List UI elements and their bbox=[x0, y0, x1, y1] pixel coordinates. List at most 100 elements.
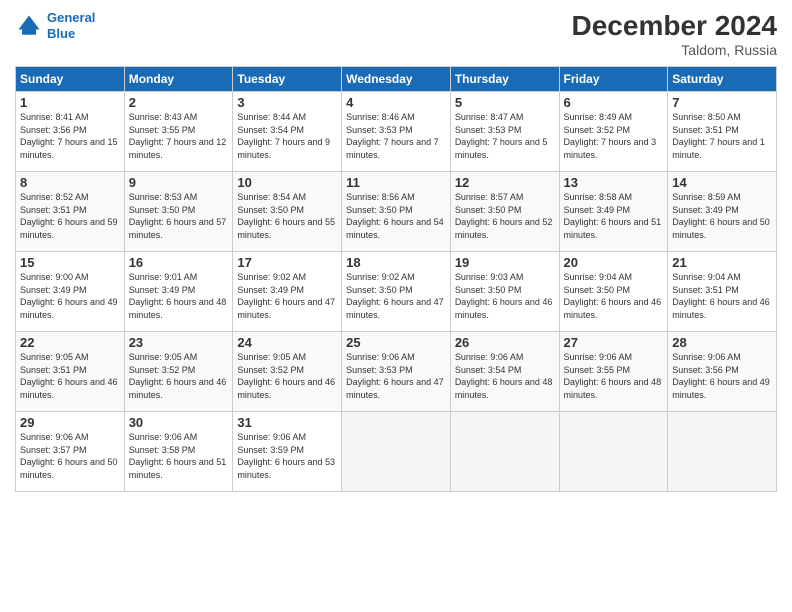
title-block: December 2024 Taldom, Russia bbox=[572, 10, 777, 58]
calendar-cell: 20Sunrise: 9:04 AMSunset: 3:50 PMDayligh… bbox=[559, 252, 668, 332]
calendar-cell: 21Sunrise: 9:04 AMSunset: 3:51 PMDayligh… bbox=[668, 252, 777, 332]
calendar-cell: 26Sunrise: 9:06 AMSunset: 3:54 PMDayligh… bbox=[450, 332, 559, 412]
day-info: Sunrise: 9:01 AMSunset: 3:49 PMDaylight:… bbox=[129, 271, 229, 321]
header-day-thursday: Thursday bbox=[450, 67, 559, 92]
logo-line1: General bbox=[47, 10, 95, 25]
calendar-cell: 14Sunrise: 8:59 AMSunset: 3:49 PMDayligh… bbox=[668, 172, 777, 252]
day-info: Sunrise: 9:04 AMSunset: 3:51 PMDaylight:… bbox=[672, 271, 772, 321]
calendar-week-4: 22Sunrise: 9:05 AMSunset: 3:51 PMDayligh… bbox=[16, 332, 777, 412]
header: General Blue December 2024 Taldom, Russi… bbox=[15, 10, 777, 58]
header-day-monday: Monday bbox=[124, 67, 233, 92]
calendar-cell: 12Sunrise: 8:57 AMSunset: 3:50 PMDayligh… bbox=[450, 172, 559, 252]
day-number: 27 bbox=[564, 335, 664, 350]
month-title: December 2024 bbox=[572, 10, 777, 42]
day-info: Sunrise: 8:59 AMSunset: 3:49 PMDaylight:… bbox=[672, 191, 772, 241]
calendar-table: SundayMondayTuesdayWednesdayThursdayFrid… bbox=[15, 66, 777, 492]
day-number: 5 bbox=[455, 95, 555, 110]
calendar-week-3: 15Sunrise: 9:00 AMSunset: 3:49 PMDayligh… bbox=[16, 252, 777, 332]
day-info: Sunrise: 9:05 AMSunset: 3:51 PMDaylight:… bbox=[20, 351, 120, 401]
day-info: Sunrise: 8:57 AMSunset: 3:50 PMDaylight:… bbox=[455, 191, 555, 241]
day-info: Sunrise: 9:02 AMSunset: 3:50 PMDaylight:… bbox=[346, 271, 446, 321]
page-container: General Blue December 2024 Taldom, Russi… bbox=[0, 0, 792, 502]
day-number: 9 bbox=[129, 175, 229, 190]
day-number: 3 bbox=[237, 95, 337, 110]
day-number: 25 bbox=[346, 335, 446, 350]
day-number: 20 bbox=[564, 255, 664, 270]
day-number: 18 bbox=[346, 255, 446, 270]
calendar-cell: 27Sunrise: 9:06 AMSunset: 3:55 PMDayligh… bbox=[559, 332, 668, 412]
calendar-cell: 18Sunrise: 9:02 AMSunset: 3:50 PMDayligh… bbox=[342, 252, 451, 332]
logo-icon bbox=[15, 12, 43, 40]
day-number: 28 bbox=[672, 335, 772, 350]
day-info: Sunrise: 8:52 AMSunset: 3:51 PMDaylight:… bbox=[20, 191, 120, 241]
day-number: 12 bbox=[455, 175, 555, 190]
calendar-cell: 24Sunrise: 9:05 AMSunset: 3:52 PMDayligh… bbox=[233, 332, 342, 412]
calendar-header-row: SundayMondayTuesdayWednesdayThursdayFrid… bbox=[16, 67, 777, 92]
day-info: Sunrise: 9:05 AMSunset: 3:52 PMDaylight:… bbox=[129, 351, 229, 401]
day-info: Sunrise: 9:06 AMSunset: 3:58 PMDaylight:… bbox=[129, 431, 229, 481]
header-day-wednesday: Wednesday bbox=[342, 67, 451, 92]
calendar-cell: 31Sunrise: 9:06 AMSunset: 3:59 PMDayligh… bbox=[233, 412, 342, 492]
location-title: Taldom, Russia bbox=[572, 42, 777, 58]
day-info: Sunrise: 9:06 AMSunset: 3:55 PMDaylight:… bbox=[564, 351, 664, 401]
day-info: Sunrise: 8:43 AMSunset: 3:55 PMDaylight:… bbox=[129, 111, 229, 161]
day-number: 7 bbox=[672, 95, 772, 110]
day-number: 6 bbox=[564, 95, 664, 110]
day-number: 11 bbox=[346, 175, 446, 190]
calendar-cell: 11Sunrise: 8:56 AMSunset: 3:50 PMDayligh… bbox=[342, 172, 451, 252]
day-number: 23 bbox=[129, 335, 229, 350]
calendar-cell bbox=[559, 412, 668, 492]
day-info: Sunrise: 9:00 AMSunset: 3:49 PMDaylight:… bbox=[20, 271, 120, 321]
day-info: Sunrise: 8:56 AMSunset: 3:50 PMDaylight:… bbox=[346, 191, 446, 241]
day-number: 21 bbox=[672, 255, 772, 270]
calendar-cell: 9Sunrise: 8:53 AMSunset: 3:50 PMDaylight… bbox=[124, 172, 233, 252]
day-number: 30 bbox=[129, 415, 229, 430]
calendar-cell: 17Sunrise: 9:02 AMSunset: 3:49 PMDayligh… bbox=[233, 252, 342, 332]
calendar-cell: 28Sunrise: 9:06 AMSunset: 3:56 PMDayligh… bbox=[668, 332, 777, 412]
day-info: Sunrise: 9:05 AMSunset: 3:52 PMDaylight:… bbox=[237, 351, 337, 401]
calendar-cell: 2Sunrise: 8:43 AMSunset: 3:55 PMDaylight… bbox=[124, 92, 233, 172]
day-number: 10 bbox=[237, 175, 337, 190]
calendar-cell bbox=[668, 412, 777, 492]
calendar-cell: 29Sunrise: 9:06 AMSunset: 3:57 PMDayligh… bbox=[16, 412, 125, 492]
day-info: Sunrise: 9:03 AMSunset: 3:50 PMDaylight:… bbox=[455, 271, 555, 321]
calendar-cell: 13Sunrise: 8:58 AMSunset: 3:49 PMDayligh… bbox=[559, 172, 668, 252]
day-number: 24 bbox=[237, 335, 337, 350]
day-info: Sunrise: 8:54 AMSunset: 3:50 PMDaylight:… bbox=[237, 191, 337, 241]
day-info: Sunrise: 9:06 AMSunset: 3:59 PMDaylight:… bbox=[237, 431, 337, 481]
day-info: Sunrise: 9:06 AMSunset: 3:56 PMDaylight:… bbox=[672, 351, 772, 401]
calendar-cell: 1Sunrise: 8:41 AMSunset: 3:56 PMDaylight… bbox=[16, 92, 125, 172]
calendar-cell: 8Sunrise: 8:52 AMSunset: 3:51 PMDaylight… bbox=[16, 172, 125, 252]
calendar-cell: 19Sunrise: 9:03 AMSunset: 3:50 PMDayligh… bbox=[450, 252, 559, 332]
header-day-friday: Friday bbox=[559, 67, 668, 92]
logo-line2: Blue bbox=[47, 26, 75, 41]
calendar-cell: 23Sunrise: 9:05 AMSunset: 3:52 PMDayligh… bbox=[124, 332, 233, 412]
day-number: 14 bbox=[672, 175, 772, 190]
calendar-cell: 10Sunrise: 8:54 AMSunset: 3:50 PMDayligh… bbox=[233, 172, 342, 252]
calendar-cell bbox=[342, 412, 451, 492]
day-number: 29 bbox=[20, 415, 120, 430]
day-info: Sunrise: 8:53 AMSunset: 3:50 PMDaylight:… bbox=[129, 191, 229, 241]
calendar-cell: 7Sunrise: 8:50 AMSunset: 3:51 PMDaylight… bbox=[668, 92, 777, 172]
calendar-week-2: 8Sunrise: 8:52 AMSunset: 3:51 PMDaylight… bbox=[16, 172, 777, 252]
calendar-week-1: 1Sunrise: 8:41 AMSunset: 3:56 PMDaylight… bbox=[16, 92, 777, 172]
day-number: 8 bbox=[20, 175, 120, 190]
day-number: 16 bbox=[129, 255, 229, 270]
day-number: 13 bbox=[564, 175, 664, 190]
day-info: Sunrise: 8:49 AMSunset: 3:52 PMDaylight:… bbox=[564, 111, 664, 161]
calendar-cell: 30Sunrise: 9:06 AMSunset: 3:58 PMDayligh… bbox=[124, 412, 233, 492]
day-number: 26 bbox=[455, 335, 555, 350]
day-info: Sunrise: 8:58 AMSunset: 3:49 PMDaylight:… bbox=[564, 191, 664, 241]
calendar-cell: 22Sunrise: 9:05 AMSunset: 3:51 PMDayligh… bbox=[16, 332, 125, 412]
day-number: 15 bbox=[20, 255, 120, 270]
calendar-cell: 3Sunrise: 8:44 AMSunset: 3:54 PMDaylight… bbox=[233, 92, 342, 172]
day-number: 19 bbox=[455, 255, 555, 270]
day-info: Sunrise: 8:41 AMSunset: 3:56 PMDaylight:… bbox=[20, 111, 120, 161]
day-info: Sunrise: 9:02 AMSunset: 3:49 PMDaylight:… bbox=[237, 271, 337, 321]
calendar-cell: 4Sunrise: 8:46 AMSunset: 3:53 PMDaylight… bbox=[342, 92, 451, 172]
day-number: 22 bbox=[20, 335, 120, 350]
header-day-saturday: Saturday bbox=[668, 67, 777, 92]
header-day-tuesday: Tuesday bbox=[233, 67, 342, 92]
calendar-cell: 6Sunrise: 8:49 AMSunset: 3:52 PMDaylight… bbox=[559, 92, 668, 172]
day-info: Sunrise: 9:06 AMSunset: 3:53 PMDaylight:… bbox=[346, 351, 446, 401]
